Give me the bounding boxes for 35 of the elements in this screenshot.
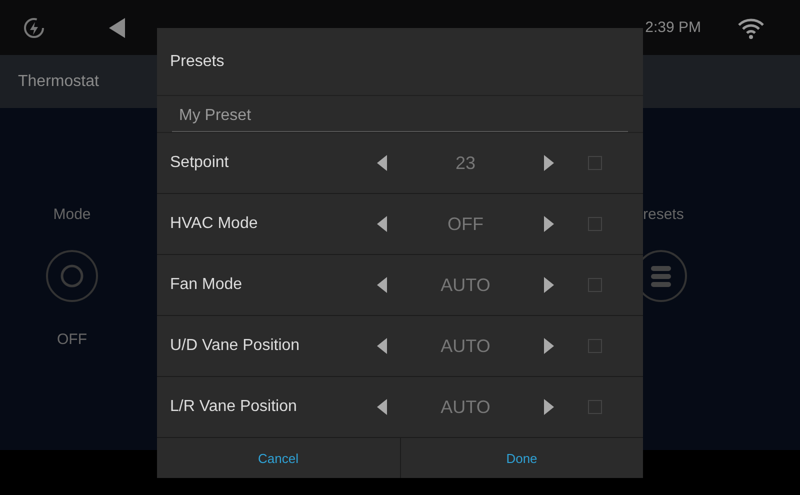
increase-arrow-icon[interactable] (544, 277, 554, 293)
decrease-arrow-icon[interactable] (377, 277, 387, 293)
setting-label: Setpoint (169, 154, 230, 172)
setting-label: L/R Vane Position (169, 398, 298, 416)
increase-arrow-icon[interactable] (544, 338, 554, 354)
decrease-arrow-icon[interactable] (377, 338, 387, 354)
decrease-arrow-icon[interactable] (377, 399, 387, 415)
decrease-arrow-icon[interactable] (377, 216, 387, 232)
wifi-icon (737, 16, 765, 38)
logo-icon (23, 16, 45, 38)
setting-label: Fan Mode (169, 276, 244, 294)
setting-label: U/D Vane Position (169, 337, 301, 355)
presets-label: resets (642, 206, 684, 223)
setting-value: AUTO (440, 396, 492, 418)
setting-value: OFF (446, 214, 484, 234)
dialog-title: Presets (170, 52, 224, 70)
checkbox[interactable] (588, 156, 602, 170)
checkbox[interactable] (588, 339, 602, 353)
checkbox[interactable] (588, 400, 602, 414)
mode-label: Mode (53, 206, 91, 223)
increase-arrow-icon[interactable] (544, 155, 554, 171)
checkbox[interactable] (588, 217, 602, 231)
increase-arrow-icon[interactable] (544, 399, 554, 415)
decrease-arrow-icon[interactable] (377, 155, 387, 171)
setting-value: 23 (454, 152, 477, 174)
increase-arrow-icon[interactable] (544, 216, 554, 232)
setting-value: AUTO (440, 274, 492, 296)
setting-value: AUTO (440, 336, 492, 356)
mode-value: OFF (57, 331, 87, 348)
preset-name-field[interactable]: My Preset (172, 105, 628, 132)
clock-time: 2:39 PM (645, 19, 701, 36)
checkbox[interactable] (588, 278, 602, 292)
setting-label: HVAC Mode (169, 215, 259, 233)
page-title: Thermostat (18, 72, 99, 90)
back-icon[interactable] (109, 18, 125, 38)
